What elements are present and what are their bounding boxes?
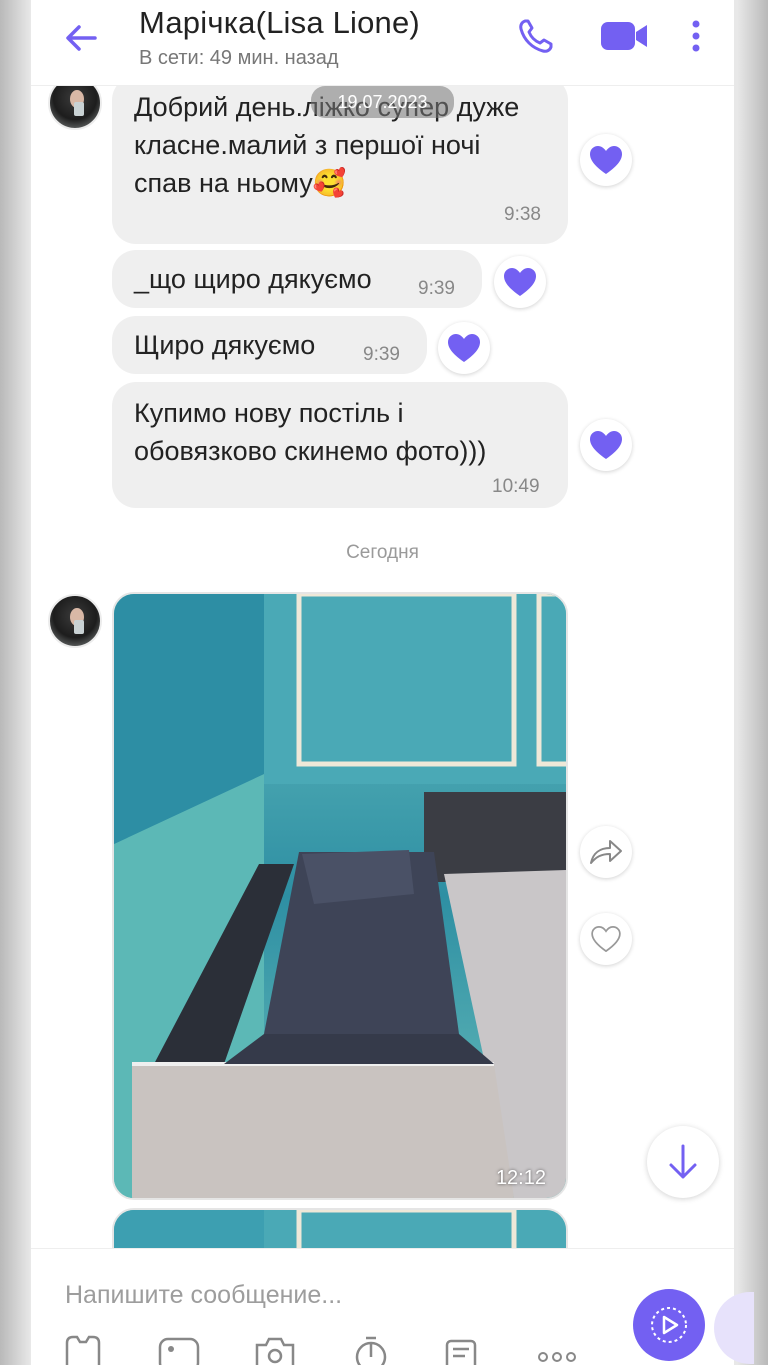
share-icon — [590, 840, 622, 864]
heart-icon — [448, 334, 480, 362]
like-button[interactable] — [494, 256, 546, 308]
message-list[interactable]: Добрий день.ліжко супер дуже класне.мали… — [31, 86, 734, 1248]
heart-icon — [590, 146, 622, 174]
message-text: Щиро дякуємо — [134, 330, 316, 360]
call-button[interactable] — [516, 16, 556, 56]
message-text: _що щиро дякуємо — [134, 264, 372, 294]
more-horizontal-icon[interactable] — [535, 1335, 579, 1365]
send-button[interactable] — [633, 1289, 705, 1361]
day-separator: Сегодня — [346, 542, 419, 563]
message-bubble[interactable]: Щиро дякуємо 9:39 — [112, 316, 427, 374]
send-icon — [651, 1307, 687, 1343]
message-time: 9:38 — [504, 204, 541, 225]
back-button[interactable] — [61, 18, 101, 58]
like-button[interactable] — [580, 134, 632, 186]
sticker-icon[interactable] — [61, 1335, 105, 1365]
message-time: 10:49 — [492, 476, 540, 497]
message-input[interactable] — [65, 1275, 605, 1315]
timer-icon[interactable] — [349, 1335, 393, 1365]
camera-icon[interactable] — [253, 1335, 297, 1365]
scroll-to-bottom-button[interactable] — [647, 1126, 719, 1198]
heart-icon — [504, 268, 536, 296]
message-text: Купимо нову постіль і обовязково скинемо… — [134, 398, 487, 466]
last-seen-status: В сети: 49 мин. назад — [139, 47, 339, 69]
share-button[interactable] — [580, 826, 632, 878]
gallery-icon[interactable] — [157, 1335, 201, 1365]
poll-icon[interactable] — [441, 1335, 485, 1365]
more-vertical-icon — [692, 20, 700, 52]
phone-icon — [519, 19, 553, 53]
arrow-down-icon — [669, 1144, 697, 1179]
message-bubble[interactable]: _що щиро дякуємо 9:39 — [112, 250, 482, 308]
video-call-button[interactable] — [597, 16, 651, 56]
video-camera-icon — [601, 22, 647, 50]
like-button[interactable] — [580, 419, 632, 471]
avatar[interactable] — [48, 86, 102, 130]
contact-name[interactable]: Марічка(Lisa Lione) — [139, 5, 420, 41]
photo-message-partial[interactable] — [112, 1208, 568, 1248]
message-bubble[interactable]: Купимо нову постіль і обовязково скинемо… — [112, 382, 568, 508]
photo-image — [114, 594, 566, 1198]
like-button[interactable] — [438, 322, 490, 374]
chat-screen: Марічка(Lisa Lione) В сети: 49 мин. наза… — [31, 0, 734, 1365]
more-options-button[interactable] — [684, 16, 708, 56]
date-pill: 19.07.2023 — [311, 86, 454, 118]
message-time: 9:39 — [418, 278, 455, 299]
photo-time: 12:12 — [495, 1167, 546, 1189]
like-button[interactable] — [580, 913, 632, 965]
avatar[interactable] — [48, 594, 102, 648]
back-arrow-icon — [66, 25, 97, 51]
photo-message[interactable]: 12:12 — [112, 592, 568, 1200]
message-time: 9:39 — [363, 344, 400, 365]
message-composer — [31, 1248, 734, 1365]
heart-icon — [590, 431, 622, 459]
photo-image — [114, 1210, 566, 1248]
chat-header: Марічка(Lisa Lione) В сети: 49 мин. наза… — [31, 0, 734, 86]
heart-outline-icon — [591, 926, 621, 952]
